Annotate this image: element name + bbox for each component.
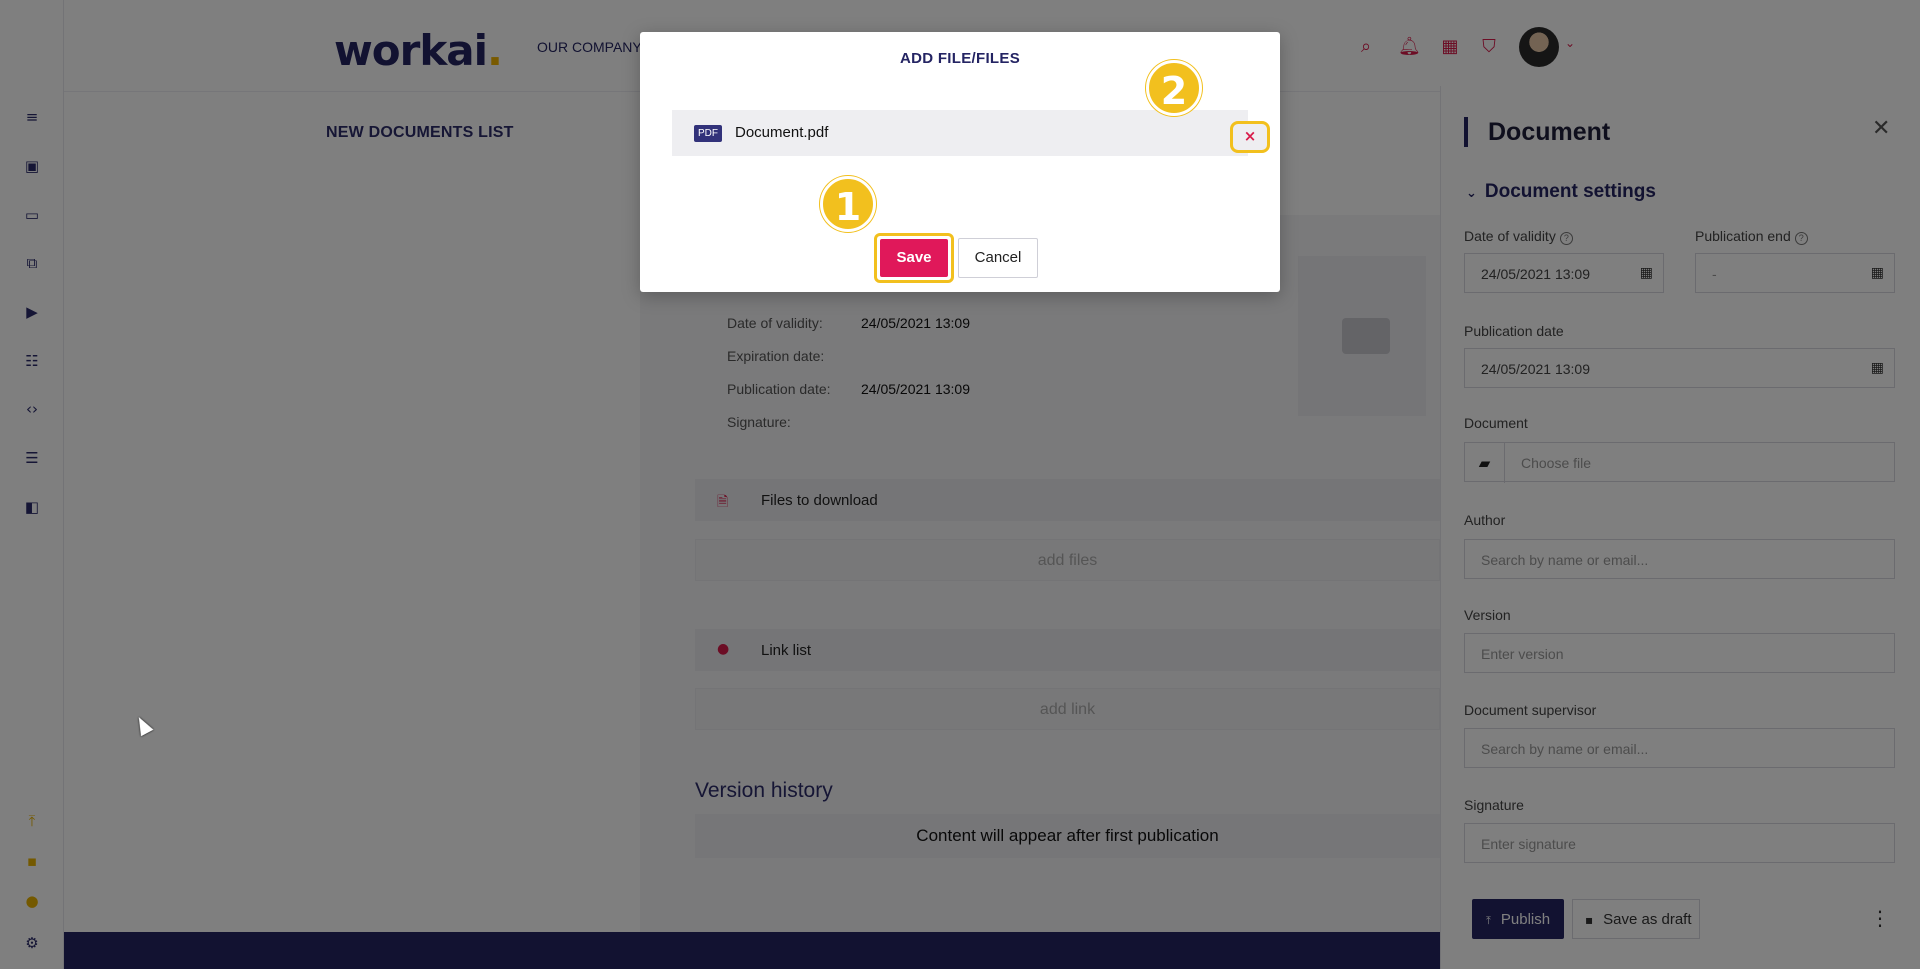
cancel-button[interactable]: Cancel — [958, 238, 1038, 278]
remove-file-button[interactable]: × — [1230, 121, 1270, 153]
file-name: Document.pdf — [735, 124, 829, 141]
save-button[interactable]: Save — [874, 233, 954, 283]
step-1-badge: 1 — [820, 176, 876, 232]
step-2-badge: 2 — [1146, 60, 1202, 116]
attached-file-row: PDF Document.pdf × — [672, 110, 1270, 156]
pdf-icon: PDF — [694, 125, 722, 142]
